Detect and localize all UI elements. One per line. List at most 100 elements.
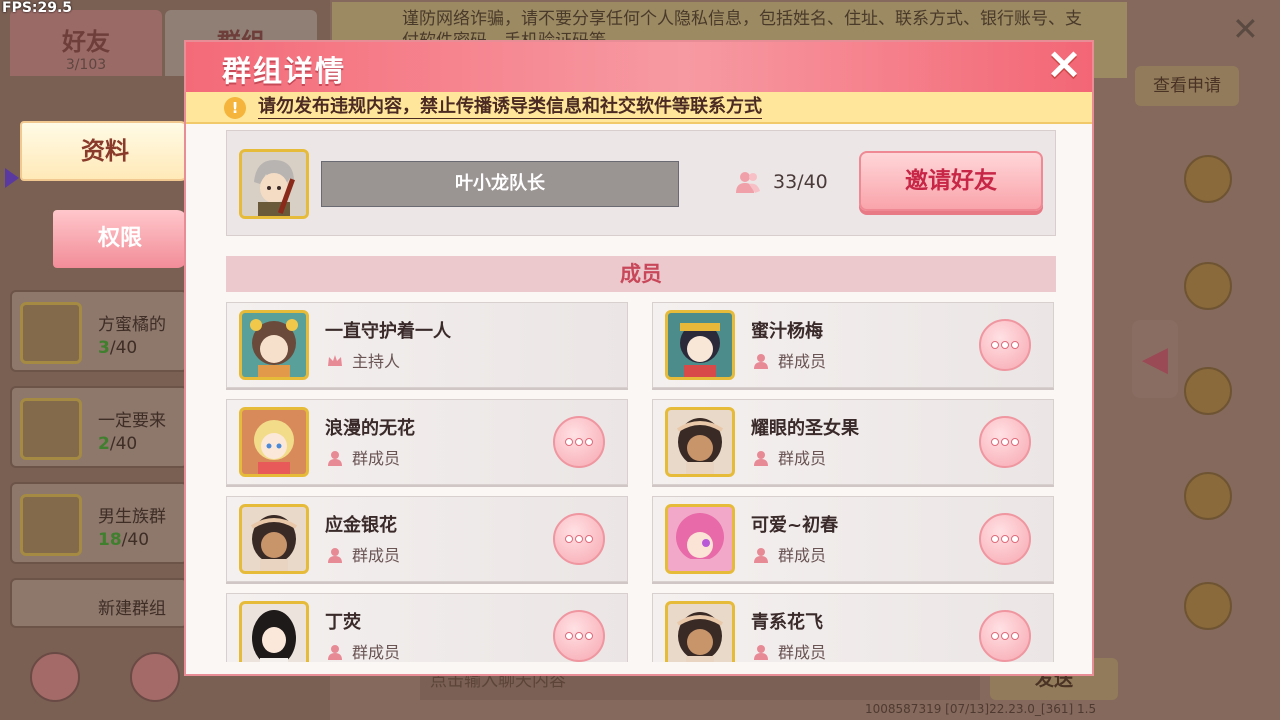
tab-friends-count: 3/103 bbox=[65, 57, 107, 73]
tab-friends[interactable]: 好友 3/103 bbox=[10, 10, 162, 76]
member-avatar[interactable] bbox=[665, 504, 735, 574]
group-count: 3/40 bbox=[98, 338, 138, 358]
more-options-button[interactable] bbox=[553, 513, 605, 565]
member-role: 群成员 bbox=[778, 546, 827, 565]
member-role: 群成员 bbox=[352, 449, 401, 468]
member-name: 可爱~初春 bbox=[751, 515, 839, 536]
more-options-button[interactable] bbox=[979, 513, 1031, 565]
more-menu-button[interactable] bbox=[30, 652, 80, 702]
selected-marker-icon bbox=[5, 168, 19, 188]
group-count: 2/40 bbox=[98, 434, 138, 454]
group-count: 18/40 bbox=[98, 530, 150, 550]
tab-friends-label: 好友 bbox=[62, 28, 110, 56]
group-details-dialog: 群组详情 × ! 请勿发布违规内容，禁止传播诱导类信息和社交软件等联系方式 叶小… bbox=[184, 40, 1094, 676]
member-role: 群成员 bbox=[778, 643, 827, 662]
create-group-item[interactable]: 新建群组 bbox=[10, 578, 188, 628]
member-card[interactable]: 丁荧 群成员 bbox=[226, 593, 628, 662]
more-options-button[interactable] bbox=[979, 416, 1031, 468]
tab-profile[interactable]: 资料 bbox=[20, 121, 190, 181]
person-icon bbox=[754, 354, 768, 369]
member-card[interactable]: 可爱~初春 群成员 bbox=[652, 496, 1054, 582]
person-icon bbox=[328, 548, 342, 563]
group-avatar bbox=[20, 398, 82, 460]
create-group-label: 新建群组 bbox=[98, 599, 166, 619]
crown-icon bbox=[328, 355, 342, 366]
member-avatar[interactable] bbox=[239, 601, 309, 662]
leader-portrait-icon bbox=[242, 152, 306, 216]
avatar-portrait-icon bbox=[254, 420, 294, 474]
person-icon bbox=[754, 548, 768, 563]
members-section-title: 成员 bbox=[226, 256, 1056, 292]
member-card[interactable]: 耀眼的圣女果 群成员 bbox=[652, 399, 1054, 485]
member-avatar[interactable] bbox=[665, 310, 735, 380]
member-count: 33/40 bbox=[773, 171, 828, 193]
group-name: 一定要来 bbox=[98, 411, 166, 431]
tab-permissions[interactable]: 权限 bbox=[53, 210, 187, 268]
member-avatar[interactable] bbox=[239, 407, 309, 477]
avatar-portrait-icon bbox=[676, 418, 724, 474]
close-icon[interactable]: ✕ bbox=[1232, 10, 1259, 48]
member-avatar[interactable] bbox=[665, 407, 735, 477]
member-card[interactable]: 浪漫的无花 群成员 bbox=[226, 399, 628, 485]
more-options-button[interactable] bbox=[553, 610, 605, 662]
member-card[interactable]: 应金银花 群成员 bbox=[226, 496, 628, 582]
group-list-item[interactable]: 方蜜橘的 3/40 bbox=[10, 290, 188, 372]
avatar-portrait-icon bbox=[676, 612, 724, 662]
member-card[interactable]: 青系花飞 群成员 bbox=[652, 593, 1054, 662]
view-applications-button[interactable]: 查看申请 bbox=[1135, 66, 1239, 106]
group-list-item[interactable]: 男生族群 18/40 bbox=[10, 482, 188, 564]
more-options-button[interactable] bbox=[979, 610, 1031, 662]
member-role: 群成员 bbox=[352, 546, 401, 565]
person-icon bbox=[328, 451, 342, 466]
member-role: 群成员 bbox=[778, 449, 827, 468]
warning-text: 请勿发布违规内容，禁止传播诱导类信息和社交软件等联系方式 bbox=[258, 96, 762, 119]
member-avatar[interactable] bbox=[665, 601, 735, 662]
member-avatar[interactable] bbox=[239, 310, 309, 380]
member-name: 应金银花 bbox=[325, 515, 397, 536]
close-button[interactable]: × bbox=[1042, 42, 1086, 88]
member-role: 群成员 bbox=[778, 352, 827, 371]
leader-avatar[interactable] bbox=[239, 149, 309, 219]
chat-icon[interactable] bbox=[1184, 155, 1232, 203]
member-card[interactable]: 蜜汁杨梅 群成员 bbox=[652, 302, 1054, 388]
group-list-item[interactable]: 一定要来 2/40 bbox=[10, 386, 188, 468]
member-name: 一直守护着一人 bbox=[325, 321, 451, 342]
avatar-portrait-icon bbox=[676, 513, 724, 571]
person-icon bbox=[328, 645, 342, 660]
avatar-portrait-icon bbox=[250, 319, 298, 377]
member-name: 耀眼的圣女果 bbox=[751, 418, 859, 439]
dialog-header: 群组详情 × bbox=[186, 42, 1092, 92]
more-options-button[interactable] bbox=[553, 416, 605, 468]
group-name: 男生族群 bbox=[98, 507, 166, 527]
group-avatar bbox=[20, 494, 82, 556]
chat-icon[interactable] bbox=[1184, 472, 1232, 520]
group-name: 方蜜橘的 bbox=[98, 315, 166, 335]
warning-bar: ! 请勿发布违规内容，禁止传播诱导类信息和社交软件等联系方式 bbox=[186, 92, 1092, 124]
member-name: 青系花飞 bbox=[751, 612, 823, 633]
member-role: 群成员 bbox=[352, 643, 401, 662]
group-name-field[interactable]: 叶小龙队长 bbox=[321, 161, 679, 207]
eye-button[interactable] bbox=[130, 652, 180, 702]
group-info-panel: 叶小龙队长 33/40 邀请好友 bbox=[226, 130, 1056, 236]
more-options-button[interactable] bbox=[979, 319, 1031, 371]
invite-friends-button[interactable]: 邀请好友 bbox=[859, 151, 1043, 211]
member-card[interactable]: 一直守护着一人 主持人 bbox=[226, 302, 628, 388]
person-icon bbox=[754, 451, 768, 466]
members-icon bbox=[736, 172, 760, 193]
member-role: 主持人 bbox=[352, 352, 401, 371]
version-footer: 1008587319 [07/13]22.23.0_[361] 1.5 bbox=[865, 702, 1097, 716]
member-avatar[interactable] bbox=[239, 504, 309, 574]
avatar-portrait-icon bbox=[250, 515, 298, 571]
chat-icon[interactable] bbox=[1184, 582, 1232, 630]
chat-icon[interactable] bbox=[1184, 367, 1232, 415]
person-icon bbox=[754, 645, 768, 660]
avatar-portrait-icon bbox=[680, 323, 720, 377]
warning-icon: ! bbox=[224, 97, 246, 119]
group-avatar bbox=[20, 302, 82, 364]
avatar-portrait-icon bbox=[252, 610, 296, 662]
member-list[interactable]: 一直守护着一人 主持人 蜜汁杨梅 群成员 浪漫的无花 群成员 耀眼的圣女果 群成… bbox=[226, 302, 1056, 662]
member-name: 丁荧 bbox=[325, 612, 361, 633]
collapse-arrow-icon[interactable]: ◀ bbox=[1132, 320, 1178, 398]
member-name: 蜜汁杨梅 bbox=[751, 321, 823, 342]
chat-icon[interactable] bbox=[1184, 262, 1232, 310]
